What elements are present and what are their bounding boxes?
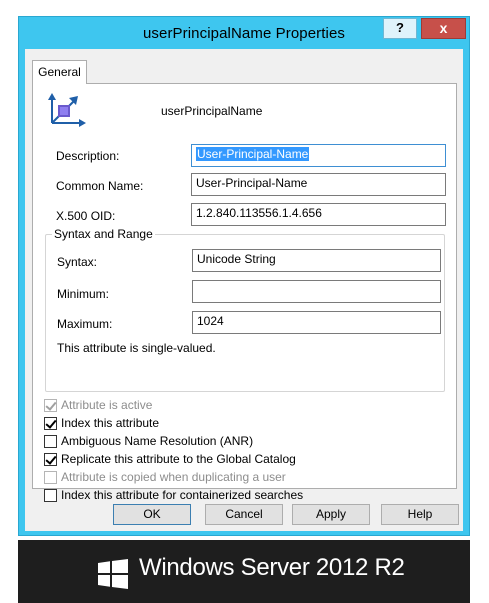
maximum-label: Maximum:: [57, 317, 113, 331]
syntax-range-group: Syntax and Range Syntax: Unicode String …: [45, 227, 445, 392]
checkbox-box: [44, 398, 57, 412]
common-name-label: Common Name:: [56, 179, 144, 193]
checkbox-label: Attribute is copied when duplicating a u…: [61, 470, 286, 484]
minimum-label: Minimum:: [57, 287, 110, 301]
description-label: Description:: [56, 149, 120, 163]
checkbox-index-attribute[interactable]: Index this attribute: [44, 415, 159, 431]
windows-branding-bar: Windows Server 2012 R2: [18, 540, 470, 603]
oid-label: X.500 OID:: [56, 209, 116, 223]
general-panel: userPrincipalName Description: User-Prin…: [32, 83, 457, 502]
checkbox-containerized-search[interactable]: Index this attribute for containerized s…: [44, 487, 303, 503]
cancel-button[interactable]: Cancel: [205, 504, 283, 525]
tab-general[interactable]: General: [32, 60, 87, 84]
checkbox-label: Ambiguous Name Resolution (ANR): [61, 434, 254, 448]
attribute-icon: [48, 93, 86, 127]
help-title-button[interactable]: ?: [383, 18, 417, 39]
title-bar[interactable]: userPrincipalName Properties ? x: [19, 17, 469, 49]
checkbox-replicate-gc[interactable]: Replicate this attribute to the Global C…: [44, 451, 296, 467]
windows-logo-icon: [98, 559, 128, 589]
checkbox-box: [44, 470, 57, 484]
syntax-range-title: Syntax and Range: [52, 227, 155, 241]
syntax-field: Unicode String: [192, 249, 441, 272]
checkbox-attribute-active: Attribute is active: [44, 397, 152, 413]
close-button[interactable]: x: [421, 18, 466, 39]
common-name-field[interactable]: User-Principal-Name: [191, 173, 446, 196]
checkbox-box[interactable]: [44, 452, 57, 466]
help-button[interactable]: Help: [381, 504, 459, 525]
checkbox-label: Replicate this attribute to the Global C…: [61, 452, 296, 466]
single-valued-note: This attribute is single-valued.: [57, 341, 216, 355]
minimum-field[interactable]: [192, 280, 441, 303]
attribute-name: userPrincipalName: [161, 104, 263, 118]
checkbox-box[interactable]: [44, 434, 57, 448]
description-value: User-Principal-Name: [196, 147, 310, 161]
ok-button[interactable]: OK: [113, 504, 191, 525]
maximum-field[interactable]: 1024: [192, 311, 441, 334]
dialog-window: userPrincipalName Properties ? x General…: [18, 16, 470, 536]
checkbox-box[interactable]: [44, 488, 57, 502]
checkbox-label: Index this attribute for containerized s…: [61, 488, 304, 502]
oid-field[interactable]: 1.2.840.113556.1.4.656: [191, 203, 446, 226]
checkbox-label: Index this attribute: [61, 416, 160, 430]
checkbox-box[interactable]: [44, 416, 57, 430]
branding-text: Windows Server 2012 R2: [139, 554, 405, 581]
apply-button[interactable]: Apply: [292, 504, 370, 525]
dialog-client: General userPrincipalName Description: U…: [25, 49, 463, 531]
checkbox-copy-duplicate: Attribute is copied when duplicating a u…: [44, 469, 286, 485]
description-field[interactable]: User-Principal-Name: [191, 144, 446, 167]
syntax-label: Syntax:: [57, 255, 98, 269]
checkbox-label: Attribute is active: [61, 398, 153, 412]
checkbox-anr[interactable]: Ambiguous Name Resolution (ANR): [44, 433, 253, 449]
